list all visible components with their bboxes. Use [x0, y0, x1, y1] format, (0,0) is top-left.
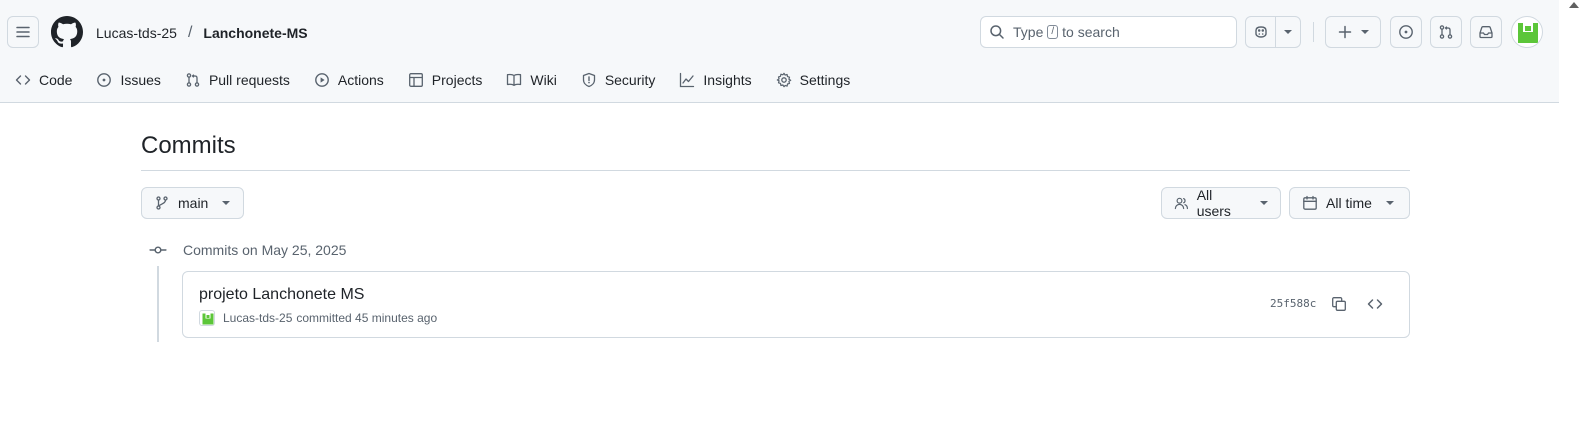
github-logo-icon[interactable] [51, 16, 83, 48]
search-input[interactable]: Type / to search [980, 16, 1237, 48]
tab-projects[interactable]: Projects [408, 66, 483, 94]
breadcrumb-separator: / [187, 24, 193, 41]
pull-requests-button[interactable] [1430, 16, 1462, 48]
scroll-up-arrow-icon[interactable] [1569, 2, 1579, 8]
issue-opened-icon [1399, 25, 1413, 39]
tab-label: Code [39, 72, 73, 88]
copilot-button-group [1245, 16, 1301, 48]
code-icon [15, 75, 31, 85]
people-icon [1174, 197, 1188, 210]
chevron-down-icon [1260, 201, 1268, 205]
code-icon [1367, 299, 1383, 309]
commit-sha-link[interactable]: 25f588c [1270, 297, 1316, 310]
commit-meta: Lucas-tds-25 committed 45 minutes ago [199, 310, 437, 326]
plus-icon [1338, 25, 1352, 39]
title-divider [141, 170, 1410, 171]
chevron-down-icon [1361, 30, 1369, 34]
user-avatar[interactable] [1511, 16, 1543, 48]
tab-label: Issues [120, 72, 161, 88]
commit-group-date: Commits on May 25, 2025 [183, 242, 347, 258]
chevron-down-icon [1284, 30, 1293, 34]
search-placeholder-suffix: to search [1062, 24, 1120, 40]
tab-security[interactable]: Security [581, 66, 656, 94]
branch-select-button[interactable]: main [141, 187, 244, 219]
graph-icon [680, 72, 695, 88]
tab-pull-requests[interactable]: Pull requests [185, 66, 290, 94]
commit-row: projeto Lanchonete MS Lucas-tds-25 commi… [182, 271, 1410, 338]
issue-icon [97, 73, 112, 87]
browse-repo-at-commit-button[interactable] [1364, 293, 1386, 315]
gear-icon [776, 72, 791, 88]
time-filter-button[interactable]: All time [1289, 187, 1410, 219]
chevron-down-icon [222, 201, 231, 205]
tab-label: Wiki [530, 72, 557, 88]
table-icon [408, 73, 423, 87]
timeline-line [157, 266, 159, 342]
pull-request-icon [186, 73, 200, 87]
git-commit-icon [149, 246, 167, 254]
users-filter-button[interactable]: All users [1161, 187, 1281, 219]
search-shortcut-key: / [1047, 25, 1059, 39]
calendar-icon [1303, 195, 1317, 210]
commit-message-link[interactable]: projeto Lanchonete MS [199, 285, 364, 305]
tab-label: Insights [703, 72, 752, 88]
users-filter-label: All users [1196, 187, 1231, 219]
breadcrumb: Lucas-tds-25 / Lanchonete-MS [96, 24, 308, 42]
git-branch-icon [156, 196, 168, 210]
tab-issues[interactable]: Issues [96, 66, 161, 94]
tab-insights[interactable]: Insights [679, 66, 752, 94]
commit-author-link[interactable]: Lucas-tds-25 [223, 311, 292, 325]
copy-icon [1332, 297, 1346, 311]
commit-time: committed 45 minutes ago [296, 311, 438, 325]
pull-request-icon [1439, 25, 1453, 39]
issues-button[interactable] [1390, 16, 1422, 48]
tab-label: Actions [337, 72, 384, 88]
branch-name: main [178, 195, 209, 211]
breadcrumb-owner-link[interactable]: Lucas-tds-25 [96, 24, 177, 42]
tab-settings[interactable]: Settings [776, 66, 851, 94]
hamburger-menu-button[interactable] [7, 16, 39, 48]
time-filter-label: All time [1326, 195, 1372, 211]
tab-label: Pull requests [208, 72, 290, 88]
tab-actions[interactable]: Actions [314, 66, 384, 94]
chevron-down-icon [1385, 201, 1394, 205]
inbox-icon [1479, 26, 1493, 39]
commit-group-header: Commits on May 25, 2025 [149, 240, 346, 260]
page-title: Commits [141, 132, 236, 159]
tab-wiki[interactable]: Wiki [506, 66, 557, 94]
repo-tab-nav: Code Issues Pull requests Actions Projec… [15, 66, 874, 94]
search-placeholder-prefix: Type [1013, 24, 1044, 40]
copilot-dropdown-button[interactable] [1276, 17, 1300, 47]
tab-label: Settings [799, 72, 851, 88]
inbox-button[interactable] [1470, 16, 1502, 48]
breadcrumb-repo-link[interactable]: Lanchonete-MS [203, 24, 307, 42]
repo-header: Lucas-tds-25 / Lanchonete-MS Type / to s… [0, 0, 1559, 103]
copilot-button[interactable] [1246, 17, 1277, 47]
copilot-icon [1255, 26, 1267, 38]
search-icon [990, 25, 1004, 39]
book-icon [507, 73, 522, 86]
hamburger-icon [16, 26, 30, 38]
copy-sha-button[interactable] [1328, 293, 1350, 315]
create-new-button[interactable] [1325, 16, 1381, 48]
author-avatar[interactable] [199, 310, 215, 326]
shield-icon [582, 72, 595, 88]
tab-code[interactable]: Code [15, 66, 72, 94]
tab-label: Security [604, 72, 656, 88]
play-icon [314, 73, 329, 87]
header-divider [1313, 22, 1314, 42]
tab-label: Projects [431, 72, 483, 88]
page-scrollbar[interactable] [1559, 0, 1583, 424]
